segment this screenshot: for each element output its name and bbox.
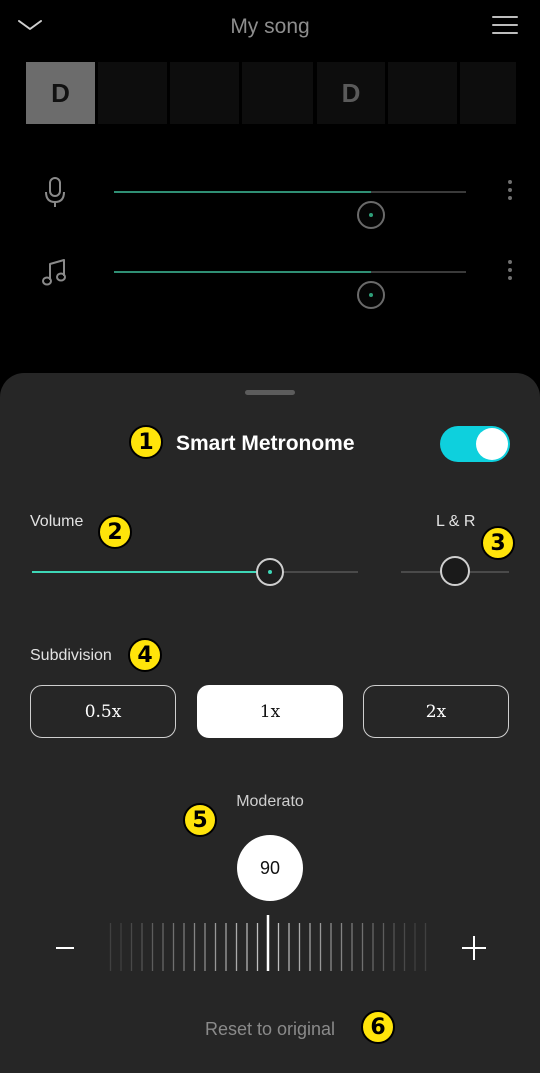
more-options-icon[interactable] [507, 260, 513, 284]
tempo-ruler[interactable] [100, 913, 436, 973]
subdivision-1x-button[interactable]: 1x [197, 685, 343, 738]
vocal-track [0, 170, 540, 229]
bpm-display: 90 [237, 835, 303, 901]
metronome-sheet: 1 Smart Metronome Volume 2 L & R 3 Subdi… [0, 373, 540, 1073]
microphone-icon [45, 177, 65, 207]
tempo-name: Moderato [236, 793, 304, 810]
pan-label: L & R [436, 513, 476, 530]
reset-button[interactable]: Reset to original [0, 1019, 540, 1040]
music-volume-slider[interactable] [114, 271, 466, 309]
annotation-badge: 5 [183, 803, 217, 837]
chord-cell[interactable] [460, 62, 516, 124]
chord-strip: D D [0, 62, 540, 124]
subdivision-half-button[interactable]: 0.5x [30, 685, 176, 738]
annotation-badge: 2 [98, 515, 132, 549]
metronome-volume-slider[interactable] [32, 558, 358, 586]
chord-cell[interactable] [98, 62, 167, 124]
toggle-knob [476, 428, 508, 460]
annotation-badge: 4 [128, 638, 162, 672]
annotation-badge: 3 [481, 526, 515, 560]
metronome-toggle[interactable] [440, 426, 510, 462]
chord-cell[interactable]: D [26, 62, 95, 124]
metronome-title: Smart Metronome [176, 432, 355, 455]
minus-icon[interactable] [56, 947, 74, 949]
chord-cell[interactable] [170, 62, 239, 124]
pan-knob[interactable] [440, 556, 470, 586]
music-track [0, 250, 540, 309]
chord-cell[interactable]: D [317, 62, 385, 124]
annotation-badge: 6 [361, 1010, 395, 1044]
subdivision-label: Subdivision [30, 647, 112, 664]
vocal-volume-slider[interactable] [114, 191, 466, 229]
vocal-volume-knob[interactable] [356, 201, 385, 229]
more-options-icon[interactable] [507, 180, 513, 204]
metronome-volume-fill [32, 571, 270, 573]
menu-icon[interactable] [492, 16, 518, 36]
top-bar: My song [0, 0, 540, 56]
metronome-volume-knob[interactable] [255, 558, 284, 586]
volume-label: Volume [30, 513, 84, 530]
music-volume-fill [114, 271, 371, 273]
annotation-badge: 1 [129, 425, 163, 459]
music-volume-knob[interactable] [356, 281, 385, 309]
pan-slider[interactable] [401, 556, 509, 586]
music-note-icon [42, 259, 66, 286]
drag-handle[interactable] [245, 390, 295, 395]
vocal-volume-fill [114, 191, 371, 193]
chord-cell[interactable] [388, 62, 457, 124]
song-title: My song [230, 15, 310, 38]
subdivision-2x-button[interactable]: 2x [363, 685, 509, 738]
chord-cell[interactable] [242, 62, 313, 124]
